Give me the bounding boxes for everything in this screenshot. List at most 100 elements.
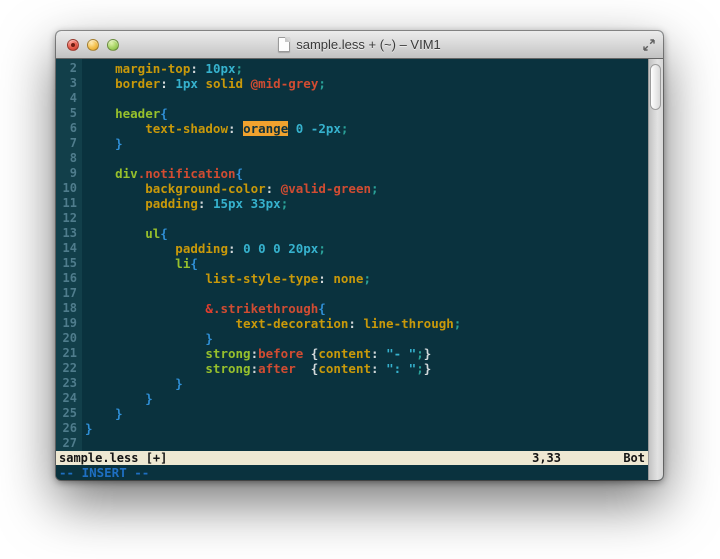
code-token: : (371, 346, 386, 361)
line-number: 26 (56, 421, 82, 436)
code-line: 5 header{ (56, 106, 648, 121)
code-token: background-color (85, 181, 266, 196)
code-token: ; (454, 316, 462, 331)
code-token: 1px (175, 76, 198, 91)
minimize-button[interactable] (87, 39, 99, 51)
code-token: div (85, 166, 138, 181)
code-text: strong:before {content: "- ";} (82, 346, 431, 361)
line-number: 7 (56, 136, 82, 151)
code-token: & (85, 301, 213, 316)
line-number: 8 (56, 151, 82, 166)
code-token: header (85, 106, 160, 121)
code-text: strong:after {content: ": ";} (82, 361, 431, 376)
fullscreen-button[interactable] (642, 31, 656, 58)
code-line: 7 } (56, 136, 648, 151)
code-text: border: 1px solid @mid-grey; (82, 76, 326, 91)
code-line: 23 } (56, 376, 648, 391)
code-token: @mid-grey (251, 76, 319, 91)
close-button[interactable] (67, 39, 79, 51)
code-line: 17 (56, 286, 648, 301)
terminal-content: 2 margin-top: 10px;3 border: 1px solid @… (56, 59, 648, 480)
code-line: 24 } (56, 391, 648, 406)
code-line: 12 (56, 211, 648, 226)
code-line: 15 li{ (56, 256, 648, 271)
traffic-lights (67, 31, 119, 58)
code-line: 6 text-shadow: orange 0 -2px; (56, 121, 648, 136)
code-token: : (228, 121, 243, 136)
code-text: padding: 0 0 0 20px; (82, 241, 326, 256)
code-token: : (251, 361, 259, 376)
code-token: ; (318, 76, 326, 91)
code-text (82, 436, 85, 451)
code-token: content (318, 346, 371, 361)
code-token: } (85, 406, 123, 421)
code-text: div.notification{ (82, 166, 243, 181)
code-token: } (85, 331, 213, 346)
zoom-button[interactable] (107, 39, 119, 51)
code-line: 2 margin-top: 10px; (56, 61, 648, 76)
line-number: 24 (56, 391, 82, 406)
code-line: 10 background-color: @valid-green; (56, 181, 648, 196)
code-token: { (160, 226, 168, 241)
statusline-scroll-position: Bot (561, 451, 645, 465)
code-token: list-style-type (85, 271, 318, 286)
code-token: ; (363, 271, 371, 286)
line-number: 14 (56, 241, 82, 256)
code-text: list-style-type: none; (82, 271, 371, 286)
line-number: 10 (56, 181, 82, 196)
code-token: { (190, 256, 198, 271)
code-token: .strikethrough (213, 301, 318, 316)
code-token (243, 76, 251, 91)
code-token: } (85, 421, 93, 436)
code-text: header{ (82, 106, 168, 121)
code-token: : (348, 316, 363, 331)
code-text: margin-top: 10px; (82, 61, 243, 76)
code-text: &.strikethrough{ (82, 301, 326, 316)
line-number: 21 (56, 346, 82, 361)
code-text: ul{ (82, 226, 168, 241)
expand-arrows-icon (642, 38, 656, 52)
code-token: ; (371, 181, 379, 196)
code-line: 27 (56, 436, 648, 451)
window-title: sample.less + (~) – VIM1 (296, 37, 441, 52)
code-token: : (198, 196, 213, 211)
code-line: 18 &.strikethrough{ (56, 301, 648, 316)
code-token: 0 0 0 20px (243, 241, 318, 256)
document-icon (278, 37, 290, 52)
line-number: 6 (56, 121, 82, 136)
line-number: 4 (56, 91, 82, 106)
line-number: 17 (56, 286, 82, 301)
code-text: li{ (82, 256, 198, 271)
code-text (82, 151, 85, 166)
line-number: 27 (56, 436, 82, 451)
code-text (82, 286, 85, 301)
code-line: 14 padding: 0 0 0 20px; (56, 241, 648, 256)
code-text: padding: 15px 33px; (82, 196, 288, 211)
line-number: 9 (56, 166, 82, 181)
line-number: 15 (56, 256, 82, 271)
code-line: 16 list-style-type: none; (56, 271, 648, 286)
editor-text-area[interactable]: 2 margin-top: 10px;3 border: 1px solid @… (56, 59, 648, 451)
code-token: : (371, 361, 386, 376)
code-token: ": " (386, 361, 416, 376)
line-number: 2 (56, 61, 82, 76)
vim-mode-indicator: -- INSERT -- (56, 465, 648, 480)
scrollbar-track[interactable] (648, 59, 663, 480)
code-token: content (318, 361, 371, 376)
code-token: padding (85, 196, 198, 211)
line-number: 18 (56, 301, 82, 316)
code-line: 19 text-decoration: line-through; (56, 316, 648, 331)
scrollbar-thumb[interactable] (650, 64, 661, 110)
code-token: : (251, 346, 259, 361)
code-text: } (82, 391, 153, 406)
code-token: strong (85, 346, 251, 361)
line-number: 3 (56, 76, 82, 91)
titlebar[interactable]: sample.less + (~) – VIM1 (56, 31, 663, 59)
code-line: 9 div.notification{ (56, 166, 648, 181)
code-token: } (85, 376, 183, 391)
code-token: ; (281, 196, 289, 211)
code-line: 4 (56, 91, 648, 106)
code-text: } (82, 421, 93, 436)
code-text: text-shadow: orange 0 -2px; (82, 121, 348, 136)
code-token: { (160, 106, 168, 121)
